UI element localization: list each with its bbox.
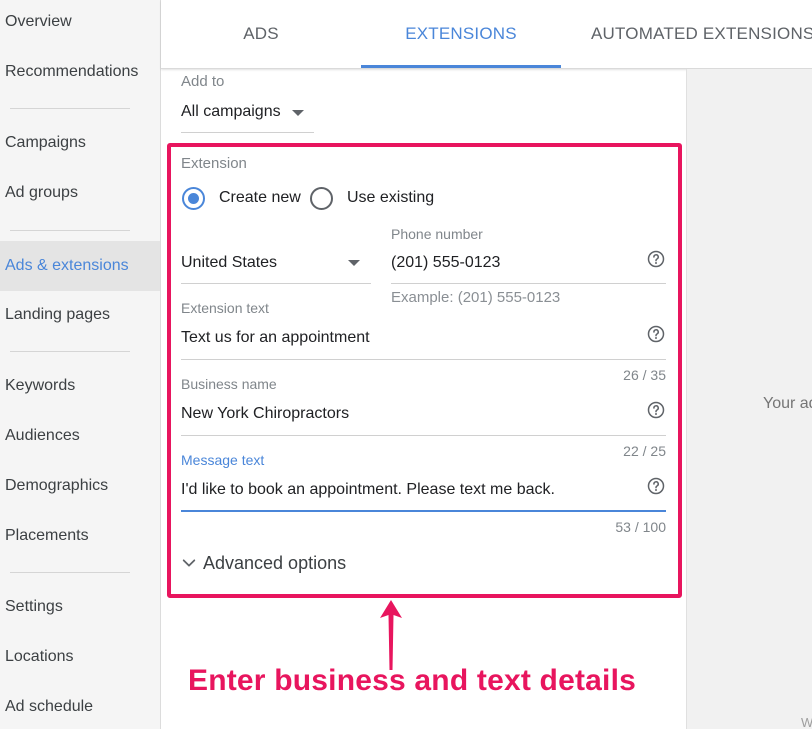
tab-bar: ADS EXTENSIONS AUTOMATED EXTENSIONS — [161, 0, 812, 69]
add-to-value: All campaigns — [181, 103, 281, 120]
sidebar-item-overview[interactable]: Overview — [0, 0, 160, 47]
use-existing-radio[interactable] — [310, 187, 333, 210]
extension-text-underline — [181, 359, 666, 360]
annotation-caption: Enter business and text details — [188, 664, 636, 697]
business-name-input[interactable]: New York Chiropractors — [181, 405, 349, 423]
arrow-up-icon — [380, 600, 402, 670]
sidebar-item-ad-schedule[interactable]: Ad schedule — [0, 682, 160, 729]
phone-number-hint: Example: (201) 555-0123 — [391, 289, 561, 306]
help-icon[interactable] — [647, 401, 665, 419]
sidebar-item-landing-pages[interactable]: Landing pages — [0, 290, 160, 340]
phone-number-label: Phone number — [391, 226, 483, 242]
sidebar-divider — [10, 351, 130, 352]
create-new-label[interactable]: Create new — [219, 189, 301, 207]
use-existing-label[interactable]: Use existing — [347, 189, 434, 207]
message-text-underline — [181, 510, 666, 512]
sidebar-divider — [10, 108, 130, 109]
advanced-options-label: Advanced options — [203, 552, 347, 573]
sidebar-divider — [10, 572, 130, 573]
extension-text-counter: 26 / 35 — [623, 367, 666, 383]
business-name-underline — [181, 435, 666, 436]
message-text-input[interactable]: I'd like to book an appointment. Please … — [181, 481, 555, 499]
sidebar-item-settings[interactable]: Settings — [0, 582, 160, 632]
add-to-label: Add to — [181, 73, 225, 90]
sidebar-item-keywords[interactable]: Keywords — [0, 361, 160, 411]
chevron-down-icon — [292, 110, 304, 116]
sidebar-item-demographics[interactable]: Demographics — [0, 461, 160, 511]
business-name-counter: 22 / 25 — [623, 443, 666, 459]
extension-text-input[interactable]: Text us for an appointment — [181, 329, 370, 347]
sidebar-item-audiences[interactable]: Audiences — [0, 411, 160, 461]
create-new-radio[interactable] — [182, 187, 205, 210]
country-value: United States — [181, 254, 278, 271]
sidebar-item-campaigns[interactable]: Campaigns — [0, 118, 160, 168]
extension-label: Extension — [181, 155, 247, 172]
help-icon[interactable] — [647, 250, 665, 268]
country-underline — [181, 283, 371, 284]
help-icon[interactable] — [647, 477, 665, 495]
message-text-label: Message text — [181, 452, 265, 468]
ad-preview-panel: Your ad W — [686, 69, 812, 729]
business-name-label: Business name — [181, 376, 277, 392]
preview-text: Your ad — [763, 395, 812, 412]
sidebar-item-placements[interactable]: Placements — [0, 511, 160, 561]
preview-footer: W — [801, 715, 812, 729]
tab-ads[interactable]: ADS — [161, 0, 361, 68]
sidebar-divider — [10, 230, 130, 231]
phone-number-underline — [391, 283, 666, 284]
tab-extensions[interactable]: EXTENSIONS — [361, 0, 561, 68]
active-tab-indicator — [361, 65, 561, 68]
chevron-down-icon — [182, 559, 196, 567]
sidebar: Overview Recommendations Campaigns Ad gr… — [0, 0, 161, 729]
message-text-counter: 53 / 100 — [615, 519, 666, 535]
sidebar-item-ads-extensions[interactable]: Ads & extensions — [0, 241, 160, 291]
extension-text-label: Extension text — [181, 300, 269, 316]
sidebar-item-ad-groups[interactable]: Ad groups — [0, 168, 160, 218]
add-to-underline — [181, 132, 314, 133]
chevron-down-icon — [348, 260, 360, 266]
tab-automated-extensions[interactable]: AUTOMATED EXTENSIONS — [561, 0, 812, 68]
advanced-options-toggle[interactable]: Advanced options — [181, 550, 346, 576]
help-icon[interactable] — [647, 325, 665, 343]
sidebar-item-locations[interactable]: Locations — [0, 632, 160, 682]
sidebar-item-recommendations[interactable]: Recommendations — [0, 47, 160, 97]
phone-number-input[interactable]: (201) 555-0123 — [391, 254, 500, 272]
